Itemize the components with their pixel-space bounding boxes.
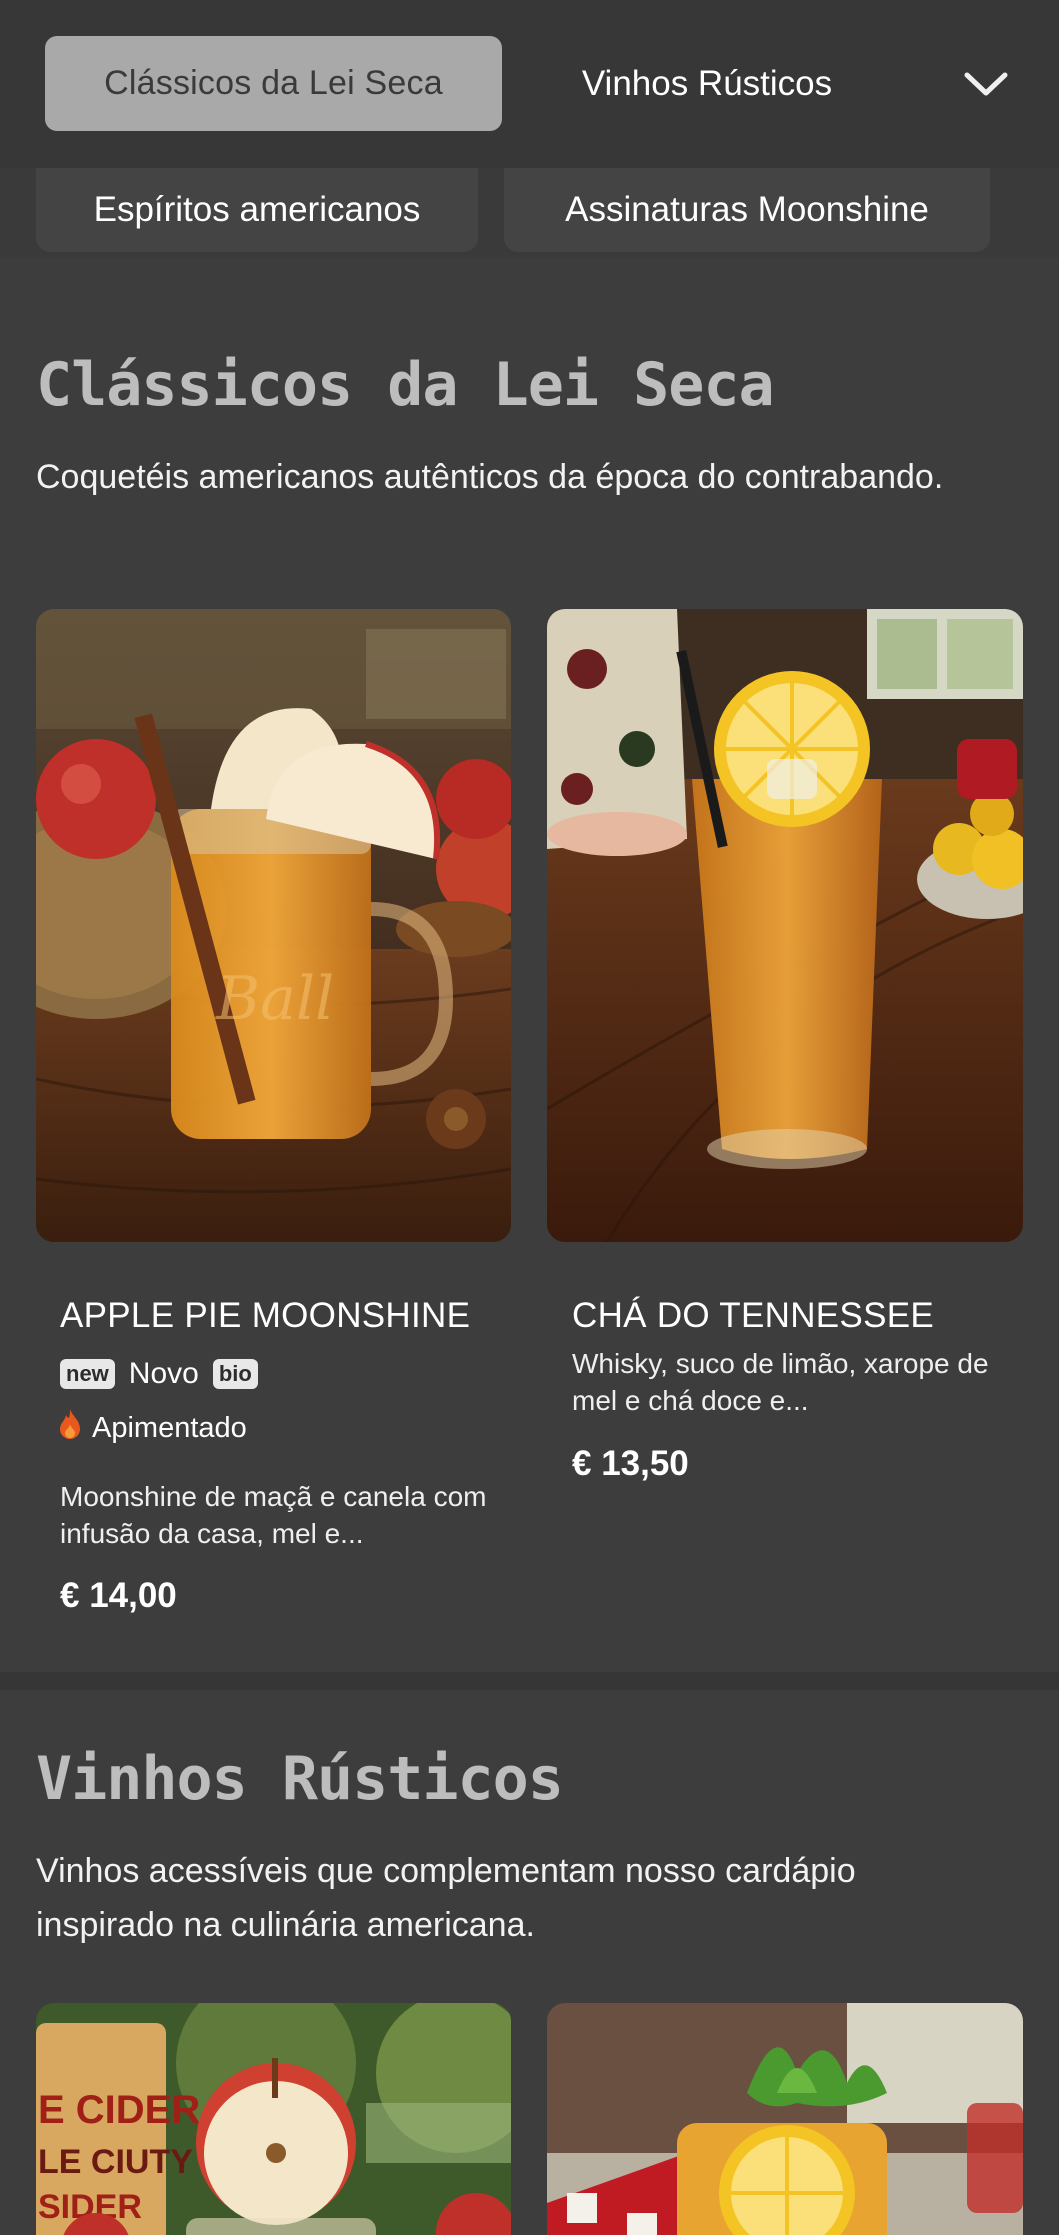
spicy-indicator: Apimentado <box>58 1408 247 1448</box>
flame-icon <box>58 1408 82 1448</box>
chevron-down-icon[interactable] <box>958 56 1014 112</box>
tab-classicos-da-lei-seca[interactable]: Clássicos da Lei Seca <box>45 36 502 131</box>
item-name[interactable]: CHÁ DO TENNESSEE <box>572 1296 934 1336</box>
cider-sign-text: LE CIUTY <box>38 2143 193 2181</box>
svg-text:Ball: Ball <box>215 964 334 1034</box>
new-label: Novo <box>128 1357 199 1390</box>
wine-item-image[interactable]: E CIDER LE CIUTY SIDER <box>36 2003 511 2235</box>
item-price: € 14,00 <box>60 1576 177 1615</box>
section-description: Vinhos acessíveis que complementam nosso… <box>36 1852 856 1944</box>
chip-assinaturas-moonshine[interactable]: Assinaturas Moonshine <box>504 168 990 252</box>
item-description: Moonshine de maçã e canela com infusão d… <box>60 1481 487 1549</box>
section-title: Clássicos da Lei Seca <box>36 350 775 420</box>
cha-do-tennessee-image[interactable] <box>547 609 1023 1242</box>
item-name[interactable]: APPLE PIE MOONSHINE <box>60 1296 470 1336</box>
cider-sign-text: E CIDER <box>38 2088 200 2132</box>
category-chip-row: Espíritos americanos Assinaturas Moonshi… <box>0 168 1059 258</box>
section-divider <box>0 1672 1059 1690</box>
section-title: Vinhos Rústicos <box>36 1744 564 1814</box>
new-badge: new <box>60 1359 115 1389</box>
item-badges: new Novo bio <box>60 1357 258 1391</box>
category-tab-bar: Clássicos da Lei Seca Vinhos Rústicos <box>0 0 1059 168</box>
tab-vinhos-rusticos[interactable]: Vinhos Rústicos <box>520 36 894 131</box>
wine-item-image[interactable] <box>547 2003 1023 2235</box>
item-description: Whisky, suco de limão, xarope de mel e c… <box>572 1348 989 1416</box>
bio-badge: bio <box>212 1359 258 1389</box>
section-description: Coquetéis americanos autênticos da época… <box>36 458 944 496</box>
apple-pie-moonshine-image[interactable]: Ball <box>36 609 511 1242</box>
chip-espiritos-americanos[interactable]: Espíritos americanos <box>36 168 478 252</box>
spicy-label: Apimentado <box>92 1411 247 1444</box>
item-price: € 13,50 <box>572 1444 689 1483</box>
